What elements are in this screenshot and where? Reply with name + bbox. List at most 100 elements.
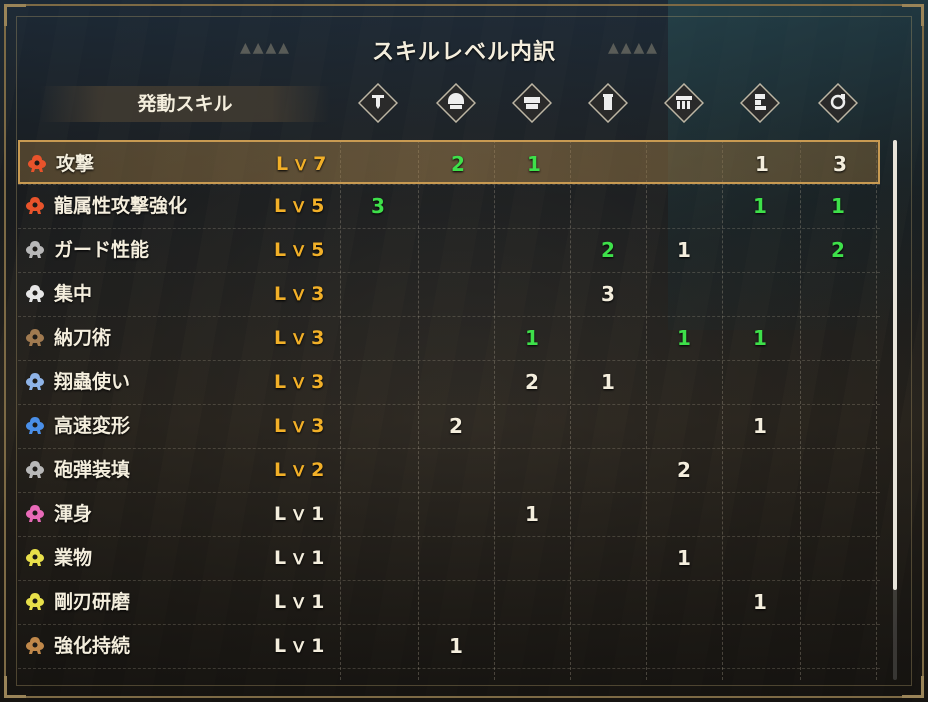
skill-points-cell: [340, 272, 416, 316]
chest-icon: [512, 83, 552, 123]
skill-points-cell: [494, 184, 570, 228]
skill-icon: [24, 459, 46, 481]
skill-points-cell: 2: [601, 238, 615, 262]
skill-row[interactable]: 高速変形 Lｖ3 2 1: [18, 404, 880, 448]
skill-points-cell: [340, 492, 416, 536]
skill-points-cell: 1: [525, 502, 539, 526]
skill-points-cell: [418, 316, 494, 360]
skill-points-cell: [646, 404, 722, 448]
skill-points-cell: [800, 536, 876, 580]
skill-row[interactable]: 業物 Lｖ1 1: [18, 536, 880, 580]
skill-points-cell: [646, 580, 722, 624]
skill-row[interactable]: 翔蟲使い Lｖ3 2 1: [18, 360, 880, 404]
corner-ornament-icon: [902, 4, 924, 26]
skill-row[interactable]: ガード性能 Lｖ5 2 1 2: [18, 228, 880, 272]
corner-ornament-icon: [4, 676, 26, 698]
skill-row[interactable]: 剛刃研磨 Lｖ1 1: [18, 580, 880, 624]
skill-points-cell: [648, 142, 724, 186]
skill-points-cell: [646, 184, 722, 228]
skill-points-cell: [722, 360, 798, 404]
skill-points-cell: 3: [371, 194, 385, 218]
skill-points-cell: [722, 448, 798, 492]
active-skills-header: 発動スキル: [40, 86, 330, 122]
skill-row[interactable]: 渾身 Lｖ1 1: [18, 492, 880, 536]
skill-points-cell: 1: [831, 194, 845, 218]
skill-points-cell: [418, 536, 494, 580]
skill-icon: [24, 635, 46, 657]
skill-points-cell: [340, 404, 416, 448]
arm-icon: [588, 83, 628, 123]
skill-level: Lｖ1: [274, 635, 328, 657]
skill-row[interactable]: 納刀術 Lｖ3 1 1 1: [18, 316, 880, 360]
skill-points-cell: [572, 142, 648, 186]
skill-icon: [24, 239, 46, 261]
skill-points-cell: [722, 228, 798, 272]
skill-points-cell: [800, 316, 876, 360]
skill-points-cell: 1: [527, 152, 541, 176]
skill-points-cell: [646, 492, 722, 536]
skill-level: Lｖ5: [274, 239, 328, 261]
scrollbar-thumb[interactable]: [893, 140, 897, 590]
skill-points-cell: [340, 624, 416, 668]
skill-row[interactable]: 砲弾装填 Lｖ2 2: [18, 448, 880, 492]
corner-ornament-icon: [902, 676, 924, 698]
skill-name: 集中: [54, 283, 93, 305]
skill-points-cell: [418, 272, 494, 316]
skill-points-cell: 3: [833, 152, 847, 176]
skill-icon: [24, 415, 46, 437]
skill-points-cell: 1: [525, 326, 539, 350]
skill-icon: [24, 195, 46, 217]
skill-icon: [24, 503, 46, 525]
skill-points-cell: [342, 142, 418, 186]
weapon-icon: [358, 83, 398, 123]
skill-points-cell: [570, 536, 646, 580]
skill-points-cell: 2: [449, 414, 463, 438]
skill-icon: [26, 153, 48, 175]
skill-points-cell: [340, 228, 416, 272]
skill-points-cell: [494, 272, 570, 316]
skill-points-cell: [800, 404, 876, 448]
skill-points-cell: [340, 580, 416, 624]
skill-name: 龍属性攻撃強化: [54, 195, 188, 217]
skill-icon: [24, 547, 46, 569]
skill-points-cell: 1: [755, 152, 769, 176]
skill-name: 翔蟲使い: [54, 371, 131, 393]
skill-points-cell: [494, 580, 570, 624]
skill-points-cell: [570, 492, 646, 536]
skill-points-cell: 2: [677, 458, 691, 482]
skill-level: Lｖ1: [274, 591, 328, 613]
skill-icon: [24, 591, 46, 613]
skill-row[interactable]: 攻撃 Lｖ7 2 1 1 3: [18, 140, 880, 184]
skill-points-cell: [722, 272, 798, 316]
skill-points-cell: [722, 624, 798, 668]
page-title: スキルレベル内訳: [371, 40, 556, 65]
skill-points-cell: [800, 624, 876, 668]
skill-icon: [24, 327, 46, 349]
skill-points-cell: 2: [831, 238, 845, 262]
skill-name: 砲弾装填: [54, 459, 131, 481]
skill-level: Lｖ7: [276, 153, 330, 175]
skill-level: Lｖ3: [274, 283, 328, 305]
skill-points-cell: [570, 184, 646, 228]
skill-points-cell: [800, 448, 876, 492]
skill-points-cell: [646, 272, 722, 316]
skill-points-cell: [418, 448, 494, 492]
skill-row[interactable]: 集中 Lｖ3 3: [18, 272, 880, 316]
skill-row[interactable]: 強化持続 Lｖ1 1: [18, 624, 880, 668]
skill-name: 高速変形: [54, 415, 131, 437]
skill-points-cell: 1: [677, 546, 691, 570]
skill-name: 業物: [54, 547, 93, 569]
skill-points-cell: 1: [601, 370, 615, 394]
skill-points-cell: [722, 492, 798, 536]
skill-points-cell: [340, 448, 416, 492]
talisman-icon: [818, 83, 858, 123]
skill-points-cell: [340, 536, 416, 580]
skill-points-cell: [570, 404, 646, 448]
skill-points-cell: [418, 184, 494, 228]
leg-icon: [740, 83, 780, 123]
skill-icon: [24, 371, 46, 393]
skill-points-cell: [494, 404, 570, 448]
skill-row[interactable]: 龍属性攻撃強化 Lｖ5 3 1 1: [18, 184, 880, 228]
skill-points-cell: [418, 228, 494, 272]
helm-icon: [436, 83, 476, 123]
